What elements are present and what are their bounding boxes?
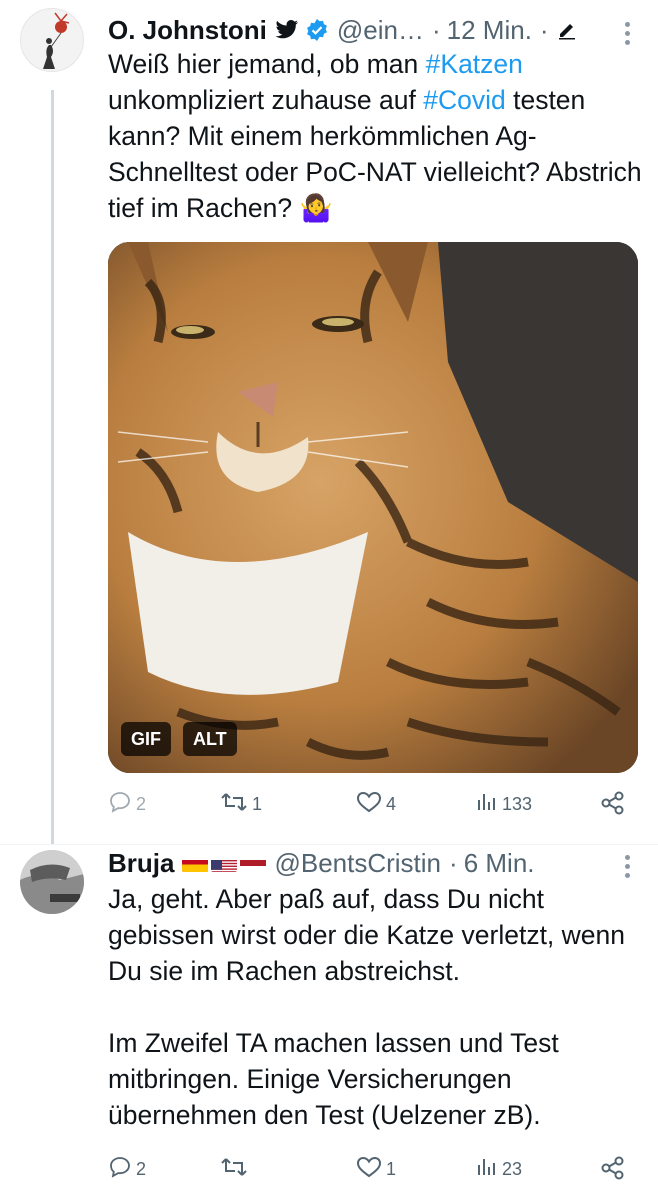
hashtag-link-covid[interactable]: #Covid [423, 85, 506, 115]
netherlands-flag-icon [240, 854, 267, 872]
text-segment: unkompliziert zuhause auf [108, 85, 424, 115]
reply-count: 2 [136, 794, 147, 814]
paragraph: Ja, geht. Aber paß auf, dass Du nicht ge… [108, 884, 626, 986]
shrug-emoji: 🤷‍♀️ [299, 193, 333, 223]
like-button[interactable]: 4 [356, 790, 396, 819]
retweet-button[interactable]: 1 [220, 790, 262, 819]
share-icon [600, 1155, 626, 1186]
alt-text-badge[interactable]: ALT [183, 722, 237, 756]
reply-icon [108, 790, 132, 819]
gif-badge: GIF [121, 722, 171, 756]
author-name[interactable]: O. Johnstoni [108, 15, 267, 46]
cat-image [108, 242, 638, 773]
author-name[interactable]: Bruja [108, 848, 174, 879]
tweet-actions: 2 1 23 [108, 1155, 636, 1185]
avatar[interactable] [20, 850, 84, 914]
share-button[interactable] [600, 790, 626, 821]
edit-pencil-icon [557, 20, 577, 40]
heart-icon [356, 790, 382, 819]
retweet-icon [220, 790, 248, 819]
views-count: 133 [502, 794, 533, 814]
views-button[interactable]: 23 [476, 1155, 522, 1184]
flag-emojis [182, 854, 267, 872]
separator-dot: · [431, 14, 441, 45]
timestamp[interactable]: 12 Min. [447, 15, 532, 46]
heart-icon [356, 1155, 382, 1184]
spain-flag-icon [182, 854, 209, 872]
more-vertical-icon[interactable] [625, 855, 630, 878]
separator-dot: · [539, 14, 549, 45]
timestamp[interactable]: 6 Min. [464, 848, 535, 879]
like-count: 4 [386, 794, 397, 814]
share-icon [600, 790, 626, 821]
tweet-actions: 2 1 4 133 [108, 790, 636, 820]
usa-flag-icon [211, 854, 238, 872]
reply-button[interactable]: 2 [108, 790, 146, 819]
views-chart-icon [476, 790, 498, 819]
tweet-text: Weiß hier jemand, ob man #Katzen unkompl… [108, 46, 643, 226]
tweet-text: Ja, geht. Aber paß auf, dass Du nicht ge… [108, 881, 643, 1133]
separator-dot: · [449, 847, 458, 878]
reply-button[interactable]: 2 [108, 1155, 146, 1184]
author-handle[interactable]: @ein… [337, 15, 424, 46]
views-count: 23 [502, 1159, 523, 1179]
more-vertical-icon[interactable] [625, 22, 630, 45]
views-chart-icon [476, 1155, 498, 1184]
text-segment: Weiß hier jemand, ob man [108, 49, 426, 79]
tweet-header: O. Johnstoni @ein… · 12 Min. · [108, 12, 658, 48]
gif-media[interactable]: GIF ALT [108, 242, 638, 773]
twitter-bird-icon [275, 20, 299, 40]
hashtag-link-katzen[interactable]: #Katzen [426, 49, 523, 79]
tweet-original[interactable]: O. Johnstoni @ein… · 12 Min. · Weiß hier… [0, 0, 658, 845]
retweet-icon [220, 1155, 248, 1184]
retweet-button[interactable] [220, 1155, 252, 1184]
verified-badge-icon [305, 18, 329, 42]
reply-icon [108, 1155, 132, 1184]
like-button[interactable]: 1 [356, 1155, 396, 1184]
tweet-reply[interactable]: Bruja @BentsCristin · 6 Min. Ja, geht. A… [0, 845, 658, 1200]
avatar[interactable] [20, 8, 84, 72]
share-button[interactable] [600, 1155, 626, 1186]
tweet-header: Bruja @BentsCristin · 6 Min. [108, 845, 658, 881]
paragraph: Im Zweifel TA machen lassen und Test mit… [108, 1028, 559, 1130]
retweet-count: 1 [252, 794, 263, 814]
views-button[interactable]: 133 [476, 790, 532, 819]
like-count: 1 [386, 1159, 397, 1179]
reply-count: 2 [136, 1159, 147, 1179]
author-handle[interactable]: @BentsCristin [274, 848, 441, 879]
